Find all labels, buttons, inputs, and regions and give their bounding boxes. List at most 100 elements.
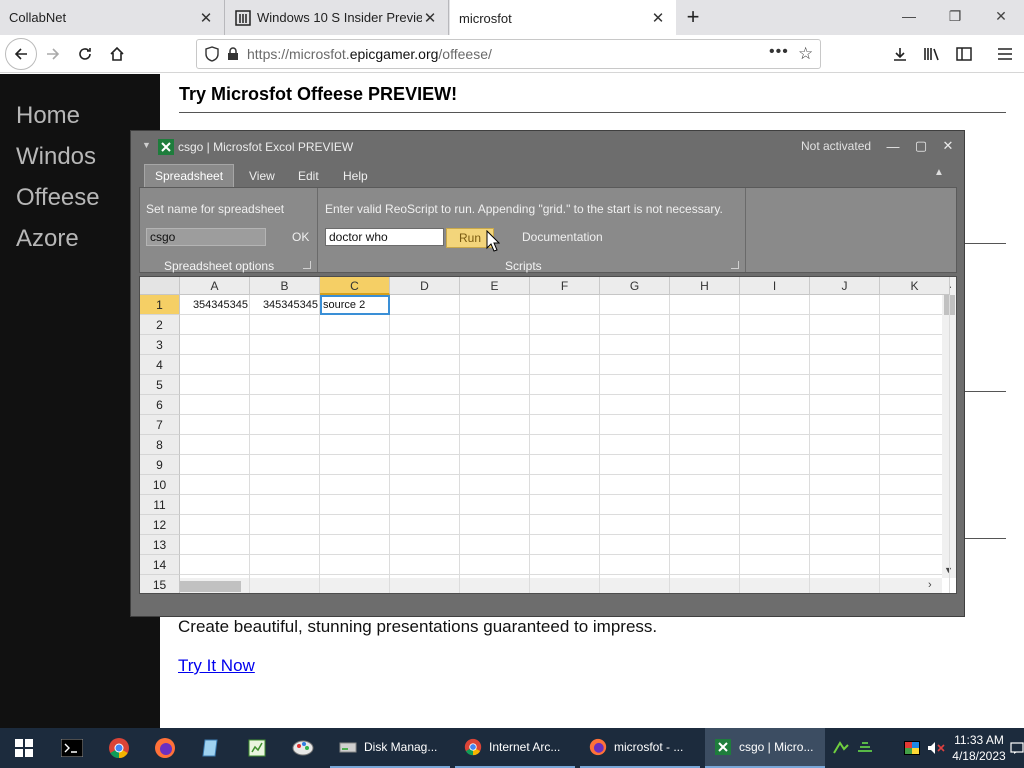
forward-button[interactable] [38,39,68,69]
column-header[interactable]: E [460,277,530,295]
select-all-corner[interactable] [140,277,180,295]
script-label: Enter valid ReoScript to run. Appending … [325,202,723,216]
paint-icon[interactable] [283,728,323,768]
row-header[interactable]: 10 [140,475,180,495]
row-header[interactable]: 14 [140,555,180,575]
spreadsheet-name-input[interactable]: csgo [146,228,266,246]
tab-help[interactable]: Help [333,164,378,187]
column-header[interactable]: J [810,277,880,295]
menu-button[interactable] [990,39,1020,69]
taskbar-microsfot-firefox[interactable]: microsfot - ... [580,728,700,768]
sidebar-toggle-button[interactable] [949,39,979,69]
back-button[interactable] [5,38,37,70]
downloads-button[interactable] [885,39,915,69]
chrome-icon[interactable] [99,728,139,768]
script-input[interactable]: doctor who [325,228,444,246]
row-header[interactable]: 12 [140,515,180,535]
start-button[interactable] [4,728,44,768]
column-header[interactable]: K [880,277,950,295]
row-header[interactable]: 4 [140,355,180,375]
cell-a1[interactable]: 354345345 [180,295,250,315]
cell-c1[interactable]: source 2 [320,295,390,315]
taskbar-internet-archive[interactable]: Internet Arc... [455,728,575,768]
scroll-right-icon[interactable]: › [928,579,932,591]
bookmark-star-icon[interactable]: ☆ [798,44,813,64]
spreadsheet-grid[interactable]: ▲ ▼ ‹ › ABCDEFGHIJK123456789101112131415… [139,276,957,594]
app-close-button[interactable]: ✕ [939,137,957,155]
grid-line [180,494,942,495]
row-header[interactable]: 5 [140,375,180,395]
firefox-icon[interactable] [145,728,185,768]
library-button[interactable] [917,39,947,69]
row-header[interactable]: 11 [140,495,180,515]
column-header[interactable]: F [530,277,600,295]
cell-b1[interactable]: 345345345 [250,295,320,315]
app-minimize-button[interactable]: — [884,137,902,155]
address-bar[interactable]: https://microsfot.epicgamer.org/offeese/… [196,39,821,69]
sidebar-item-home[interactable]: Home [16,102,80,130]
row-header[interactable]: 6 [140,395,180,415]
column-header[interactable]: D [390,277,460,295]
sidebar-item-offeese[interactable]: Offeese [16,184,100,212]
row-header[interactable]: 13 [140,535,180,555]
sidebar-item-windos[interactable]: Windos [16,143,96,171]
grid-line [739,295,740,593]
restore-button[interactable]: ❐ [932,0,978,32]
grid-line [180,574,942,575]
tray-color-icon[interactable] [902,728,922,768]
column-header[interactable]: G [600,277,670,295]
tab-edit[interactable]: Edit [288,164,329,187]
grid-line [180,534,942,535]
spreadsheet-app-icon[interactable] [237,728,277,768]
tray-network-icon[interactable] [830,728,852,768]
system-clock[interactable]: 11:33 AM 4/18/2023 [951,732,1007,764]
close-window-button[interactable]: ✕ [978,0,1024,32]
tab-spreadsheet[interactable]: Spreadsheet [144,164,235,187]
taskbar-csgo-excol[interactable]: csgo | Micro... [705,728,825,768]
horizontal-scrollbar[interactable]: ‹ › [140,578,942,593]
app-title-bar[interactable]: ▼ csgo | Microsfot Excol PREVIEW Not act… [131,131,964,161]
dialog-launcher-icon[interactable] [731,261,739,269]
tab-microsfot[interactable]: microsfot ✕ [450,0,676,36]
grid-line [180,454,942,455]
notepad-icon[interactable] [191,728,231,768]
documentation-button[interactable]: Documentation [522,230,603,244]
close-icon[interactable]: ✕ [422,10,438,27]
column-header[interactable]: A [180,277,250,295]
home-button[interactable] [102,39,132,69]
tab-collabnet[interactable]: CollabNet ✕ [0,0,225,35]
row-header[interactable]: 7 [140,415,180,435]
tab-view[interactable]: View [239,164,285,187]
row-header[interactable]: 9 [140,455,180,475]
tray-app-icon[interactable] [854,728,876,768]
close-icon[interactable]: ✕ [198,10,214,27]
notifications-icon[interactable] [1010,728,1024,768]
try-it-now-link[interactable]: Try It Now [178,656,255,676]
sidebar-item-azore[interactable]: Azore [16,225,79,253]
taskbar-disk-management[interactable]: Disk Manag... [330,728,450,768]
row-header[interactable]: 8 [140,435,180,455]
app-maximize-button[interactable]: ▢ [912,137,930,155]
tab-windows-10s[interactable]: Windows 10 S Insider Preview ✕ [226,0,449,35]
new-tab-button[interactable]: + [680,4,706,30]
chevron-up-icon[interactable]: ▲ [934,167,944,178]
minimize-button[interactable]: — [886,0,932,32]
terminal-icon[interactable] [52,728,92,768]
column-header[interactable]: H [670,277,740,295]
column-header[interactable]: C [320,277,390,295]
column-header[interactable]: I [740,277,810,295]
close-icon[interactable]: ✕ [650,10,666,27]
column-header[interactable]: B [250,277,320,295]
dialog-launcher-icon[interactable] [303,261,311,269]
lock-icon[interactable] [227,47,239,61]
shield-icon[interactable] [205,46,219,62]
more-actions-icon[interactable]: ••• [769,43,789,61]
ok-button[interactable]: OK [292,230,309,244]
row-header[interactable]: 1 [140,295,180,315]
reload-button[interactable] [70,39,100,69]
row-header[interactable]: 3 [140,335,180,355]
row-header[interactable]: 15 [140,575,180,593]
window-menu-icon[interactable]: ▼ [142,140,151,150]
volume-muted-icon[interactable] [926,728,946,768]
row-header[interactable]: 2 [140,315,180,335]
